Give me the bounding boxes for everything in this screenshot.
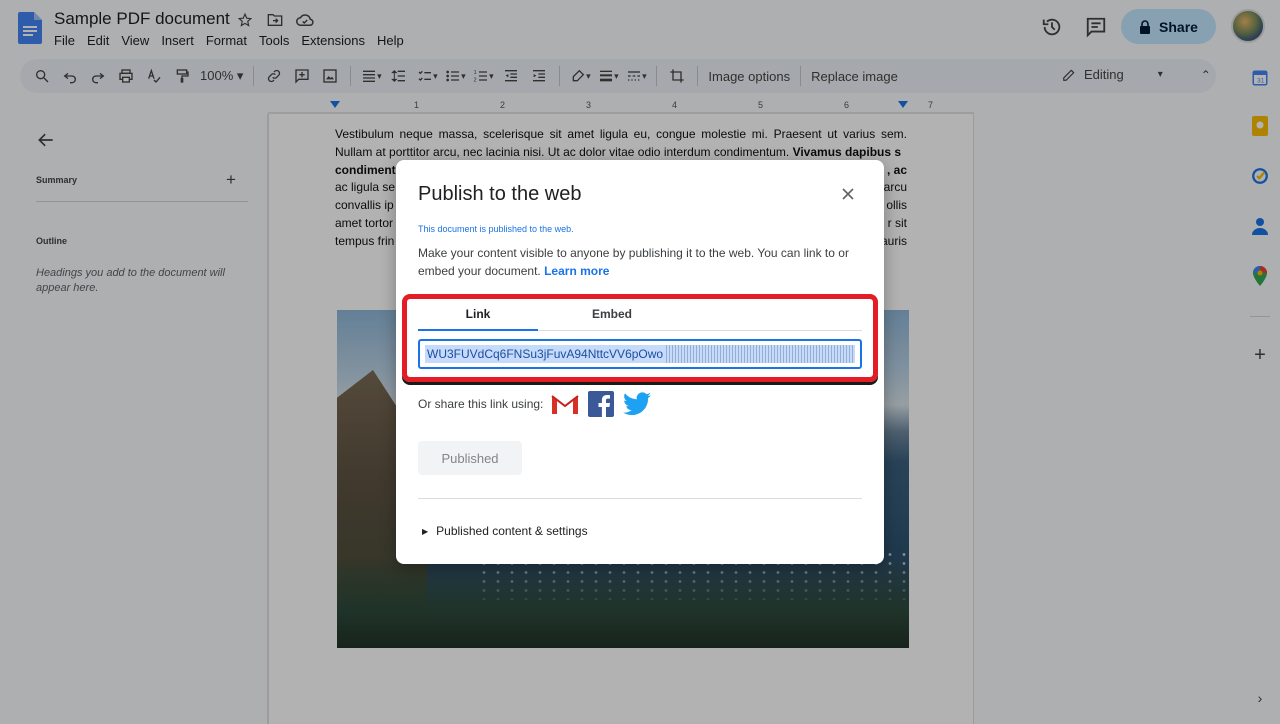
tab-link[interactable]: Link bbox=[418, 307, 538, 331]
gmail-icon[interactable] bbox=[551, 390, 580, 418]
description-text: Make your content visible to anyone by p… bbox=[418, 246, 849, 278]
publish-tabs: Link Embed bbox=[418, 305, 862, 331]
published-button[interactable]: Published bbox=[418, 441, 522, 475]
triangle-right-icon: ▶ bbox=[422, 526, 429, 536]
learn-more-link[interactable]: Learn more bbox=[544, 264, 609, 278]
settings-toggle-label: Published content & settings bbox=[436, 524, 588, 538]
published-settings-toggle[interactable]: ▶ Published content & settings bbox=[422, 524, 588, 538]
tab-embed[interactable]: Embed bbox=[552, 307, 672, 331]
published-url-field[interactable]: WU3FUVdCq6FNSu3jFuvA94NttcVV6pOwo bbox=[418, 339, 862, 369]
redacted-url-portion bbox=[666, 345, 854, 363]
dialog-divider bbox=[418, 498, 862, 499]
share-link-row: Or share this link using: bbox=[418, 390, 652, 418]
twitter-icon[interactable] bbox=[623, 390, 652, 418]
facebook-icon[interactable] bbox=[587, 390, 615, 418]
publish-to-web-dialog: Publish to the web This document is publ… bbox=[396, 160, 884, 564]
dialog-description: Make your content visible to anyone by p… bbox=[418, 244, 866, 280]
share-prompt: Or share this link using: bbox=[418, 397, 544, 411]
dialog-title: Publish to the web bbox=[418, 183, 582, 205]
publish-status: This document is published to the web. bbox=[418, 224, 574, 234]
close-icon[interactable] bbox=[838, 184, 858, 204]
published-url-text: WU3FUVdCq6FNSu3jFuvA94NttcVV6pOwo bbox=[427, 347, 664, 361]
